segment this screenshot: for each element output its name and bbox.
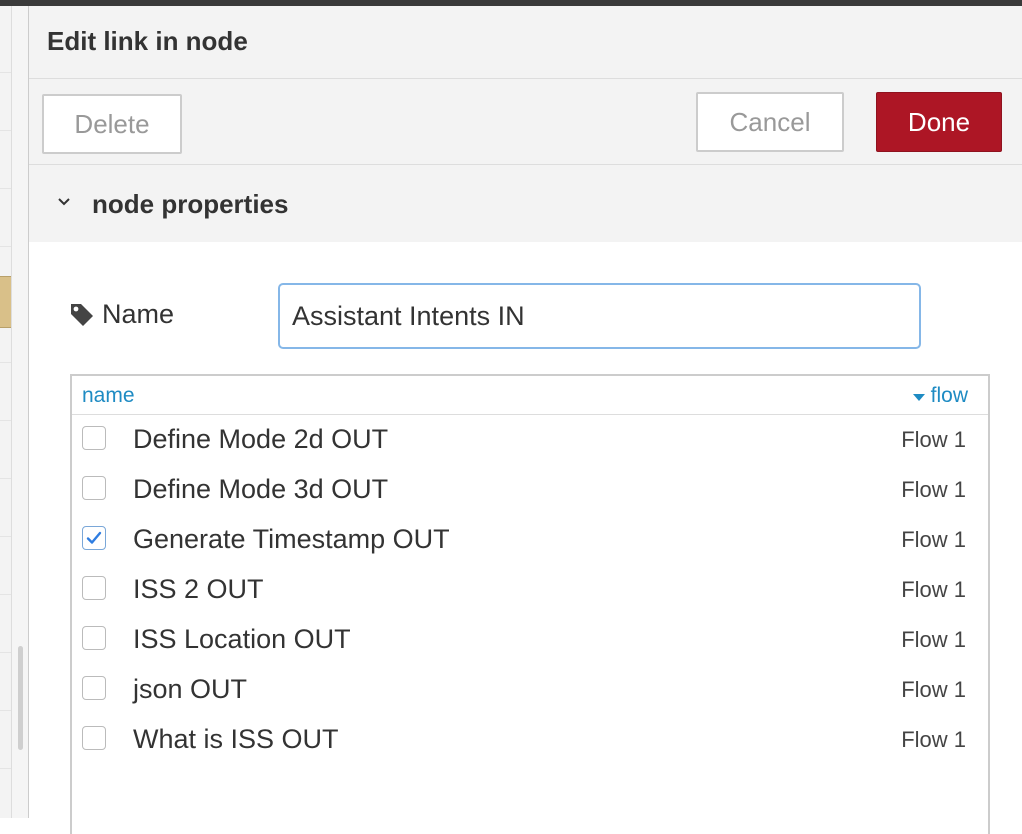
- grid-line: [0, 72, 11, 73]
- name-label: Name: [102, 299, 175, 329]
- sort-descending-icon: [912, 393, 925, 401]
- dialog-header: Edit link in node: [29, 6, 1022, 79]
- row-flow-name: Flow 1: [901, 627, 966, 652]
- done-button[interactable]: Done: [876, 92, 1002, 152]
- workspace-scrollbar[interactable]: [12, 6, 29, 818]
- row-link-name: Generate Timestamp OUT: [133, 524, 450, 554]
- grid-line: [0, 478, 11, 479]
- row-link-name: ISS Location OUT: [133, 624, 351, 654]
- list-item[interactable]: Define Mode 3d OUT Flow 1: [72, 465, 988, 515]
- row-checkbox[interactable]: [82, 476, 106, 500]
- node-properties-section-toggle[interactable]: node properties: [29, 165, 1022, 242]
- grid-line: [0, 710, 11, 711]
- name-input[interactable]: [278, 283, 921, 349]
- workspace-edge: [0, 6, 12, 818]
- row-checkbox[interactable]: [82, 576, 106, 600]
- list-item[interactable]: ISS Location OUT Flow 1: [72, 615, 988, 665]
- column-header-flow-label: flow: [930, 384, 968, 407]
- list-item[interactable]: Define Mode 2d OUT Flow 1: [72, 415, 988, 465]
- list-item[interactable]: ISS 2 OUT Flow 1: [72, 565, 988, 615]
- row-link-name: ISS 2 OUT: [133, 574, 264, 604]
- section-title: node properties: [92, 189, 289, 219]
- link-target-list: name flow Define Mode 2d OUT Flow 1 Defi…: [70, 374, 990, 834]
- row-link-name: What is ISS OUT: [133, 724, 339, 754]
- row-flow-name: Flow 1: [901, 677, 966, 702]
- node-properties-form: Name name flow Define Mode 2d OUT Flow 1: [29, 242, 1022, 834]
- grid-line: [0, 362, 11, 363]
- row-link-name: Define Mode 3d OUT: [133, 474, 389, 504]
- grid-line: [0, 768, 11, 769]
- chevron-down-icon: [58, 198, 70, 206]
- row-link-name: Define Mode 2d OUT: [133, 424, 389, 454]
- list-header: name flow: [72, 376, 988, 415]
- row-flow-name: Flow 1: [901, 427, 966, 452]
- tag-icon: [71, 304, 93, 326]
- edit-dialog: Edit link in node Delete Cancel Done nod…: [29, 6, 1022, 834]
- grid-line: [0, 594, 11, 595]
- row-checkbox-checked[interactable]: [82, 526, 106, 550]
- list-rows: Define Mode 2d OUT Flow 1 Define Mode 3d…: [72, 415, 988, 765]
- column-header-name[interactable]: name: [82, 384, 135, 408]
- list-item[interactable]: json OUT Flow 1: [72, 665, 988, 715]
- row-flow-name: Flow 1: [901, 527, 966, 552]
- cancel-button[interactable]: Cancel: [696, 92, 844, 152]
- row-flow-name: Flow 1: [901, 577, 966, 602]
- list-item[interactable]: What is ISS OUT Flow 1: [72, 715, 988, 765]
- row-checkbox[interactable]: [82, 726, 106, 750]
- row-link-name: json OUT: [133, 674, 248, 704]
- column-header-flow[interactable]: flow: [912, 384, 968, 408]
- checkmark-icon: [86, 531, 102, 544]
- dialog-title: Edit link in node: [47, 26, 248, 56]
- row-flow-name: Flow 1: [901, 477, 966, 502]
- delete-button[interactable]: Delete: [42, 94, 182, 154]
- row-flow-name: Flow 1: [901, 727, 966, 752]
- grid-line: [0, 188, 11, 189]
- list-item[interactable]: Generate Timestamp OUT Flow 1: [72, 515, 988, 565]
- scrollbar-thumb[interactable]: [18, 646, 23, 750]
- row-checkbox[interactable]: [82, 426, 106, 450]
- grid-line: [0, 246, 11, 247]
- dialog-toolbar: Delete Cancel Done: [29, 79, 1022, 165]
- workspace-node-fragment[interactable]: [0, 276, 11, 328]
- grid-line: [0, 652, 11, 653]
- row-checkbox[interactable]: [82, 626, 106, 650]
- row-checkbox[interactable]: [82, 676, 106, 700]
- grid-line: [0, 536, 11, 537]
- grid-line: [0, 420, 11, 421]
- grid-line: [0, 130, 11, 131]
